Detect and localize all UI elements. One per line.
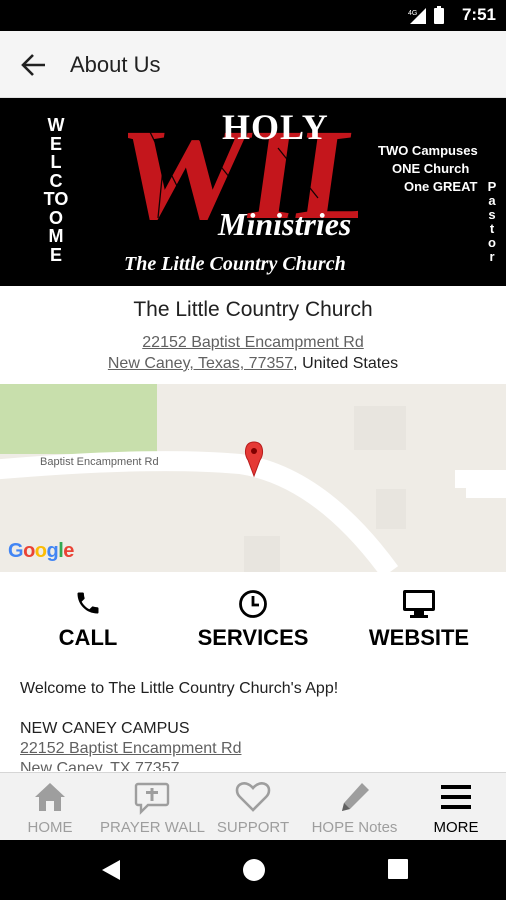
- status-icons: 4G: [408, 6, 444, 24]
- status-bar: 4G 7:51: [0, 0, 506, 31]
- address-city-line: New Caney, Texas, 77357, United States: [0, 355, 506, 373]
- nav-label-home: HOME: [27, 819, 73, 836]
- bottom-navigation: HOME PRAYER WALL SUPPORT HOPE Notes MORE: [0, 772, 506, 840]
- app-bar: About Us: [0, 31, 506, 98]
- clock-icon: [239, 590, 267, 618]
- nav-item-more[interactable]: MORE: [406, 773, 506, 841]
- heart-icon: [235, 782, 271, 812]
- banner-tagline: The Little Country Church: [124, 253, 346, 275]
- svg-text:4G: 4G: [408, 10, 417, 17]
- address-city-link[interactable]: New Caney, Texas, 77357: [108, 355, 293, 372]
- system-home-icon[interactable]: [242, 858, 266, 882]
- status-time: 7:51: [461, 5, 496, 24]
- banner-image: W E L C TO O M E WILD HOLY Ministries Th…: [0, 98, 506, 286]
- map-view[interactable]: Baptist Encampment Rd Google: [0, 384, 506, 572]
- address-street-link[interactable]: 22152 Baptist Encampment Rd: [142, 334, 363, 351]
- campus-address-link[interactable]: 22152 Baptist Encampment Rd: [20, 739, 490, 759]
- call-button[interactable]: CALL: [4, 585, 172, 655]
- welcome-vertical-text: W E L C TO O M E: [43, 115, 69, 265]
- prayer-wall-icon: [134, 782, 169, 815]
- system-back-icon[interactable]: [100, 858, 122, 882]
- monitor-icon: [403, 590, 435, 618]
- address-line: 22152 Baptist Encampment Rd: [0, 334, 506, 352]
- call-label: CALL: [58, 625, 118, 650]
- holy-text: HOLY: [222, 107, 329, 147]
- nav-item-support[interactable]: SUPPORT: [203, 773, 303, 841]
- nav-label-more: MORE: [433, 819, 479, 836]
- arrow-back-icon: [21, 54, 45, 76]
- website-label: WEBSITE: [368, 625, 470, 650]
- pencil-icon: [341, 783, 369, 811]
- signal-icon: 4G: [408, 8, 426, 24]
- page-title: About Us: [70, 52, 161, 77]
- address-country: , United States: [293, 355, 399, 372]
- nav-label-hope-notes: HOPE Notes: [311, 819, 398, 836]
- action-buttons: CALL SERVICES WEBSITE: [0, 585, 506, 655]
- battery-icon: [434, 6, 444, 24]
- system-navigation-bar: [0, 840, 506, 900]
- website-button[interactable]: WEBSITE: [335, 585, 503, 655]
- system-recents-icon[interactable]: [387, 858, 409, 880]
- nav-item-hope-notes[interactable]: HOPE Notes: [303, 773, 406, 841]
- about-description: Welcome to The Little Country Church's A…: [20, 679, 490, 771]
- home-icon: [35, 783, 65, 811]
- nav-item-home[interactable]: HOME: [0, 773, 100, 841]
- campus-title: NEW CANEY CAMPUS: [20, 720, 190, 737]
- ministries-text: Ministries: [218, 206, 352, 242]
- campus-slogan: TWO Campuses ONE Church One GREAT: [378, 143, 478, 194]
- pastor-vertical-text: P a s t o r: [487, 179, 497, 264]
- back-button[interactable]: [18, 51, 50, 79]
- nav-label-support: SUPPORT: [216, 819, 290, 836]
- google-logo: Google: [8, 540, 74, 562]
- map-canvas: [0, 384, 506, 572]
- services-label: SERVICES: [197, 625, 309, 650]
- church-name: The Little Country Church: [133, 298, 373, 321]
- welcome-text: Welcome to The Little Country Church's A…: [20, 680, 339, 697]
- map-road-label: Baptist Encampment Rd: [40, 456, 159, 468]
- nav-item-prayer-wall[interactable]: PRAYER WALL: [100, 773, 206, 841]
- phone-icon: [77, 592, 99, 614]
- services-button[interactable]: SERVICES: [169, 585, 337, 655]
- menu-icon: [441, 785, 471, 809]
- nav-label-prayer-wall: PRAYER WALL: [100, 819, 206, 836]
- campus-city-link[interactable]: New Caney, TX 77357: [20, 759, 490, 771]
